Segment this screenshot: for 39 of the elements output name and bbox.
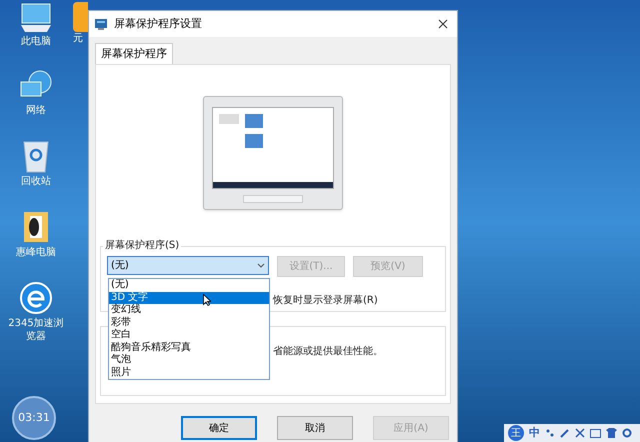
- dropdown-option[interactable]: 彩带: [109, 316, 269, 329]
- desktop-icon-label[interactable]: 网络: [8, 104, 64, 117]
- shirt-icon[interactable]: [606, 428, 617, 438]
- chevron-down-icon: [257, 263, 265, 268]
- dropdown-option[interactable]: 气泡: [109, 354, 269, 366]
- dialog-button[interactable]: 确定: [181, 416, 257, 440]
- desktop-icon-label[interactable]: 元: [73, 32, 83, 45]
- settings-icon[interactable]: [622, 428, 632, 438]
- app-shortcut-icon: [73, 2, 88, 32]
- computer-icon: [19, 3, 53, 33]
- close-icon[interactable]: [438, 19, 448, 29]
- dialog-button[interactable]: 取消: [277, 416, 353, 440]
- desktop-icon-label[interactable]: 回收站: [8, 175, 64, 188]
- clock-text: 03:31: [18, 410, 50, 426]
- browser-icon: [19, 281, 53, 315]
- resume-checkbox-label[interactable]: 恢复时显示登录屏幕(R): [273, 295, 378, 306]
- recycle-bin-icon: [22, 139, 50, 173]
- power-description: 省能源或提供最佳性能。: [273, 346, 383, 357]
- pen-icon[interactable]: [560, 428, 570, 438]
- dropdown-option[interactable]: 3D 文字: [109, 292, 269, 304]
- dropdown-option[interactable]: 照片: [109, 366, 269, 379]
- desktop-icon-label[interactable]: 惠峰电脑: [8, 246, 64, 259]
- dropdown-option[interactable]: (无): [109, 279, 269, 292]
- scissors-icon[interactable]: [575, 428, 585, 438]
- desktop-icon-label[interactable]: 2345加速浏览器: [8, 317, 64, 343]
- desktop-icon-label[interactable]: 此电脑: [8, 35, 64, 48]
- punctuation-icon[interactable]: [545, 428, 555, 438]
- ime-logo[interactable]: 王: [508, 425, 524, 441]
- monitor-stand: [243, 195, 303, 203]
- window-title: 屏幕保护程序设置: [114, 16, 203, 32]
- screensaver-dropdown[interactable]: (无): [107, 256, 269, 275]
- tab[interactable]: 屏幕保护程序: [95, 43, 173, 64]
- screensaver-app-icon: [94, 17, 108, 31]
- dropdown-option[interactable]: 变幻线: [109, 304, 269, 316]
- dropdown-option[interactable]: 空白: [109, 329, 269, 342]
- mouse-cursor-icon: [203, 294, 211, 306]
- folder-icon: [22, 210, 50, 244]
- dropdown-option[interactable]: 酷狗音乐精彩写真: [109, 342, 269, 354]
- input-mode-toggle[interactable]: 中: [529, 424, 540, 442]
